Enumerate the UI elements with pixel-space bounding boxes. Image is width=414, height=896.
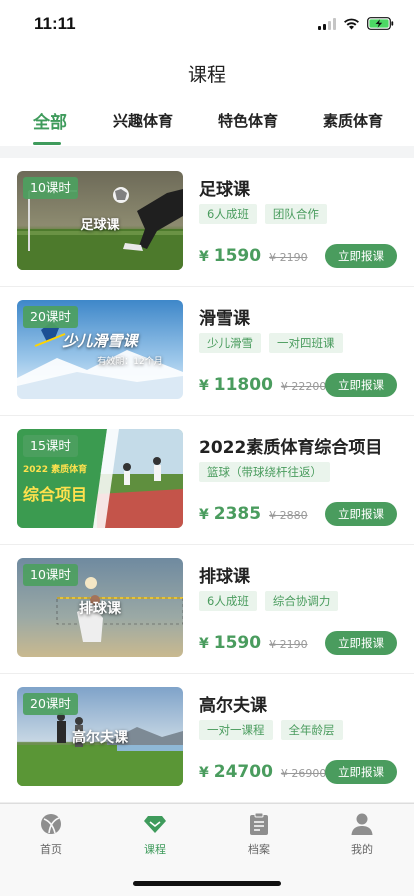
status-icons xyxy=(318,17,394,30)
clipboard-icon xyxy=(250,812,268,835)
status-bar: 11:11 xyxy=(0,0,414,48)
page-title: 课程 xyxy=(187,64,226,86)
currency-symbol: ¥ xyxy=(199,378,209,394)
enroll-button[interactable]: 立即报课 xyxy=(325,244,397,268)
original-price: ¥ 2190 xyxy=(269,638,308,651)
course-image-football: 10课时 足球课 xyxy=(17,171,183,270)
nav-label: 首页 xyxy=(40,843,62,856)
lesson-count-badge: 15课时 xyxy=(23,435,78,457)
course-title: 足球课 xyxy=(199,180,250,200)
lesson-count-badge: 20课时 xyxy=(23,306,78,328)
course-tag: 篮球（带球绕杆往返） xyxy=(199,462,330,482)
lesson-count-badge: 10课时 xyxy=(23,564,78,586)
enroll-button[interactable]: 立即报课 xyxy=(325,373,397,397)
original-price: ¥ 22200 xyxy=(280,380,327,393)
price-row: ¥ 24700 ¥ 26900 xyxy=(199,762,326,782)
currency-symbol: ¥ xyxy=(199,636,209,652)
nav-records[interactable]: 档案 xyxy=(219,812,299,857)
currency-symbol: ¥ xyxy=(199,507,209,523)
original-price: ¥ 2190 xyxy=(269,251,308,264)
nav-home[interactable]: 首页 xyxy=(11,812,91,857)
cellular-signal-icon xyxy=(318,17,336,30)
currency-symbol: ¥ xyxy=(199,765,209,781)
course-tag: 少儿滑雪 xyxy=(199,333,261,353)
course-tags: 一对一课程 全年龄层 xyxy=(199,720,343,740)
course-title: 滑雪课 xyxy=(199,309,250,329)
course-price: 24700 xyxy=(213,762,273,782)
course-image-volleyball: 10课时 排球课 xyxy=(17,558,183,657)
course-image-skiing: 20课时 少儿滑雪课 有效期：12个月 xyxy=(17,300,183,399)
home-indicator xyxy=(133,881,281,886)
course-price: 2385 xyxy=(213,504,262,524)
category-tabs: 全部 兴趣体育 特色体育 素质体育 xyxy=(0,108,414,148)
course-tag: 全年龄层 xyxy=(280,720,343,740)
course-title: 排球课 xyxy=(199,567,250,587)
course-tags: 6人成班 综合协调力 xyxy=(199,591,339,611)
nav-profile[interactable]: 我的 xyxy=(322,812,402,857)
course-title: 高尔夫课 xyxy=(199,696,267,716)
course-tag: 一对四班课 xyxy=(269,333,343,353)
enroll-button[interactable]: 立即报课 xyxy=(325,760,397,784)
course-list: 10课时 足球课 足球课 6人成班 团队合作 ¥ 1590 ¥ 2190 立即报… xyxy=(0,158,414,803)
lesson-count-badge: 10课时 xyxy=(23,177,78,199)
lesson-count-badge: 20课时 xyxy=(23,693,78,715)
tab-featured-sports[interactable]: 特色体育 xyxy=(218,110,278,131)
course-title: 2022素质体育综合项目 xyxy=(199,438,383,458)
image-caption: 排球课 xyxy=(79,601,121,617)
price-row: ¥ 1590 ¥ 2190 xyxy=(199,633,308,653)
nav-label: 课程 xyxy=(144,843,166,856)
section-divider xyxy=(0,146,414,158)
tab-quality-sports[interactable]: 素质体育 xyxy=(323,110,383,131)
course-card-football[interactable]: 10课时 足球课 足球课 6人成班 团队合作 ¥ 1590 ¥ 2190 立即报… xyxy=(0,158,414,287)
battery-charging-icon xyxy=(367,17,394,30)
currency-symbol: ¥ xyxy=(199,249,209,265)
wifi-icon xyxy=(344,18,359,29)
original-price: ¥ 26900 xyxy=(280,767,327,780)
image-caption: 足球课 xyxy=(80,218,120,233)
nav-courses[interactable]: 课程 xyxy=(115,812,195,857)
active-tab-indicator xyxy=(33,142,61,145)
price-row: ¥ 1590 ¥ 2190 xyxy=(199,246,308,266)
course-tag: 6人成班 xyxy=(199,204,257,224)
image-caption: 综合项目 xyxy=(23,485,88,504)
image-subcaption: 有效期：12个月 xyxy=(97,357,163,367)
tab-interest-sports[interactable]: 兴趣体育 xyxy=(113,110,173,131)
course-price: 1590 xyxy=(213,633,262,653)
nav-label: 档案 xyxy=(248,843,270,856)
status-time: 11:11 xyxy=(34,14,76,33)
course-tags: 6人成班 团队合作 xyxy=(199,204,327,224)
course-tag: 一对一课程 xyxy=(199,720,273,740)
course-price: 11800 xyxy=(213,375,273,395)
course-tag: 综合协调力 xyxy=(264,591,339,611)
course-card-comprehensive[interactable]: 15课时 2022 素质体育 综合项目 2022素质体育综合项目 篮球（带球绕杆… xyxy=(0,416,414,545)
price-row: ¥ 11800 ¥ 22200 xyxy=(199,375,326,395)
course-price: 1590 xyxy=(213,246,262,266)
ball-icon xyxy=(41,814,61,834)
price-row: ¥ 2385 ¥ 2880 xyxy=(199,504,308,524)
course-card-skiing[interactable]: 20课时 少儿滑雪课 有效期：12个月 滑雪课 少儿滑雪 一对四班课 ¥ 118… xyxy=(0,287,414,416)
original-price: ¥ 2880 xyxy=(269,509,308,522)
enroll-button[interactable]: 立即报课 xyxy=(325,502,397,526)
tab-all[interactable]: 全部 xyxy=(33,108,67,133)
person-icon xyxy=(351,813,373,835)
course-card-volleyball[interactable]: 10课时 排球课 排球课 6人成班 综合协调力 ¥ 1590 ¥ 2190 立即… xyxy=(0,545,414,674)
enroll-button[interactable]: 立即报课 xyxy=(325,631,397,655)
course-tag: 团队合作 xyxy=(264,204,327,224)
diamond-icon xyxy=(144,816,166,833)
image-caption: 高尔夫课 xyxy=(72,730,128,746)
course-tag: 6人成班 xyxy=(199,591,257,611)
image-subcaption: 2022 素质体育 xyxy=(23,465,88,475)
image-caption: 少儿滑雪课 xyxy=(62,332,138,350)
course-tags: 篮球（带球绕杆往返） xyxy=(199,462,330,482)
nav-label: 我的 xyxy=(351,843,373,856)
course-image-comprehensive: 15课时 2022 素质体育 综合项目 xyxy=(17,429,183,528)
course-card-golf[interactable]: 20课时 高尔夫课 高尔夫课 一对一课程 全年龄层 ¥ 24700 ¥ 2690… xyxy=(0,674,414,803)
course-image-golf: 20课时 高尔夫课 xyxy=(17,687,183,786)
course-tags: 少儿滑雪 一对四班课 xyxy=(199,333,343,353)
